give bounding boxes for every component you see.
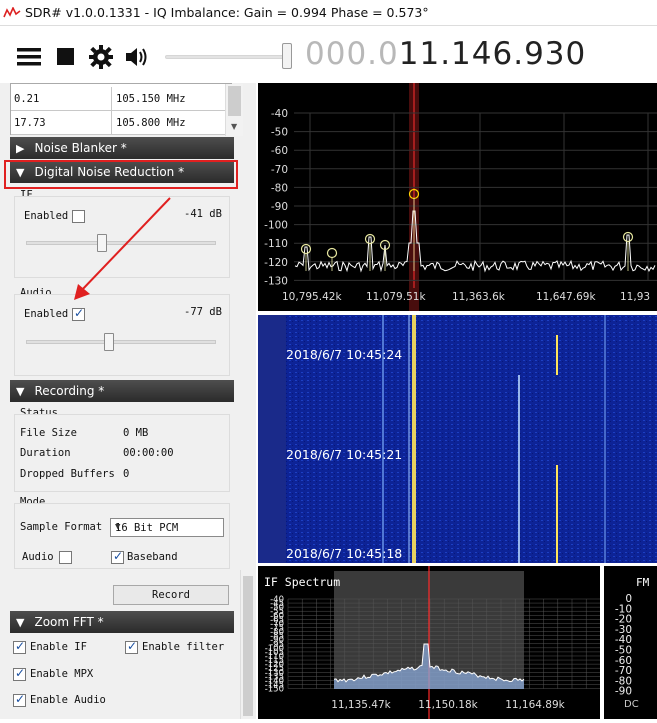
fm-y-tick: -90 bbox=[615, 686, 632, 698]
audio-threshold-slider[interactable] bbox=[26, 340, 216, 344]
spectrum-y-tick: -110 bbox=[264, 238, 288, 250]
dropped-buffers-value: 0 bbox=[123, 468, 130, 480]
spectrum-x-tick: 11,079.51k bbox=[366, 291, 426, 303]
frequency-display[interactable]: 000.011.146.930 bbox=[305, 36, 586, 72]
if-x-tick: 11,164.89k bbox=[505, 699, 565, 711]
enable-audio-checkbox[interactable] bbox=[13, 692, 26, 707]
enable-filter-label: Enable filter bbox=[142, 641, 225, 653]
enable-audio-label: Enable Audio bbox=[30, 694, 106, 706]
left-panel: 0.21 105.150 MHz 17.73 105.800 MHz ▼ ▶ No… bbox=[0, 83, 256, 719]
table-row[interactable]: 0.21 105.150 MHz bbox=[11, 87, 231, 111]
record-button[interactable]: Record bbox=[113, 585, 229, 605]
menu-icon[interactable] bbox=[15, 43, 43, 71]
peak-marker bbox=[326, 247, 338, 259]
duration-value: 00:00:00 bbox=[123, 447, 174, 459]
left-panel-scrollbar[interactable] bbox=[240, 570, 254, 719]
section-title: Recording * bbox=[34, 384, 105, 398]
chevron-down-icon: ▼ bbox=[115, 522, 121, 532]
table-cell: 0.21 bbox=[14, 93, 40, 105]
spectrum-y-tick: -120 bbox=[264, 257, 288, 269]
frequency-table[interactable]: 0.21 105.150 MHz 17.73 105.800 MHz ▼ bbox=[10, 83, 243, 136]
if-x-tick: 11,150.18k bbox=[418, 699, 478, 711]
record-audio-label: Audio bbox=[22, 551, 54, 563]
fm-x-label: DC bbox=[624, 699, 639, 710]
if-spectrum[interactable]: IF Spectrum -40 -45 -50 -55 -60 -65 -70 -75 -80-… bbox=[258, 566, 600, 719]
spectrum-y-tick: -60 bbox=[271, 145, 288, 157]
baseband-checkbox[interactable] bbox=[111, 549, 124, 564]
waterfall-timestamp: 2018/6/7 10:45:18 bbox=[286, 546, 402, 561]
table-scrollbar[interactable]: ▼ bbox=[225, 84, 243, 136]
frequency-digits: 11.146.930 bbox=[398, 36, 587, 72]
spectrum-y-tick: -90 bbox=[271, 201, 288, 213]
section-recording[interactable]: ▼ Recording * bbox=[10, 380, 234, 402]
sample-format-label: Sample Format bbox=[20, 521, 103, 533]
spectrum-analyzer[interactable]: -40 -50 -60 -70 -80 -90 -100 -110 -120 -130 10,79… bbox=[258, 83, 657, 311]
window-title: SDR# v1.0.0.1331 - IQ Imbalance: Gain = … bbox=[25, 5, 429, 20]
gear-icon[interactable] bbox=[88, 43, 116, 71]
record-audio-checkbox[interactable] bbox=[59, 551, 72, 564]
app-icon bbox=[3, 6, 21, 20]
title-bar: SDR# v1.0.0.1331 - IQ Imbalance: Gain = … bbox=[0, 0, 657, 26]
enable-mpx-checkbox[interactable] bbox=[13, 666, 26, 681]
volume-slider-thumb[interactable] bbox=[282, 43, 292, 69]
table-cell: 17.73 bbox=[14, 117, 46, 129]
baseband-label: Baseband bbox=[127, 551, 178, 563]
frequency-dim-digits: 000.0 bbox=[305, 36, 399, 72]
peak-marker bbox=[300, 243, 312, 255]
if-y-tick: -150 bbox=[265, 685, 284, 695]
duration-label: Duration bbox=[20, 447, 71, 459]
spectrum-x-tick: 11,93 bbox=[620, 291, 650, 303]
table-cell: 105.150 MHz bbox=[116, 93, 186, 105]
collapse-icon: ▼ bbox=[16, 384, 25, 398]
waterfall-timestamp: 2018/6/7 10:45:24 bbox=[286, 347, 402, 362]
file-size-label: File Size bbox=[20, 427, 77, 439]
section-noise-blanker[interactable]: ▶ Noise Blanker * bbox=[10, 137, 234, 159]
peak-marker bbox=[622, 231, 634, 243]
annotation-highlight-box bbox=[4, 160, 238, 189]
table-row[interactable]: 17.73 105.800 MHz bbox=[11, 111, 231, 135]
waterfall-display[interactable]: 2018/6/7 10:45:24 2018/6/7 10:45:21 2018… bbox=[258, 315, 657, 563]
fm-spectrum[interactable]: FM 0 -10 -20 -30 -40 -50 -60 -70 -80 -90 DC bbox=[604, 566, 657, 719]
section-title: Zoom FFT * bbox=[34, 615, 104, 629]
enable-if-label: Enable IF bbox=[30, 641, 87, 653]
audio-value: -77 dB bbox=[184, 306, 222, 318]
spectrum-y-tick: -50 bbox=[271, 127, 288, 139]
table-cell: 105.800 MHz bbox=[116, 117, 186, 129]
fm-spectrum-title: FM bbox=[636, 576, 650, 589]
collapse-icon: ▼ bbox=[16, 615, 25, 629]
if-value: -41 dB bbox=[184, 208, 222, 220]
peak-marker bbox=[364, 233, 376, 245]
annotation-arrow bbox=[74, 197, 171, 300]
if-x-tick: 11,135.47k bbox=[331, 699, 391, 711]
spectrum-y-tick: -80 bbox=[271, 182, 288, 194]
speaker-icon[interactable] bbox=[123, 43, 151, 71]
audio-threshold-thumb[interactable] bbox=[104, 333, 114, 351]
dropped-buffers-label: Dropped Buffers bbox=[20, 468, 115, 480]
stop-icon[interactable] bbox=[53, 43, 81, 71]
section-zoom-fft[interactable]: ▼ Zoom FFT * bbox=[10, 611, 234, 633]
section-title: Noise Blanker * bbox=[34, 141, 127, 155]
sample-format-select[interactable]: 16 Bit PCM ▼ bbox=[110, 518, 224, 537]
enable-if-checkbox[interactable] bbox=[13, 639, 26, 654]
spectrum-y-tick: -100 bbox=[264, 220, 288, 232]
enable-mpx-label: Enable MPX bbox=[30, 668, 94, 680]
waterfall-timestamp: 2018/6/7 10:45:21 bbox=[286, 447, 402, 462]
volume-slider[interactable] bbox=[165, 55, 291, 59]
toolbar: 000.011.146.930 bbox=[0, 27, 657, 83]
spectrum-y-tick: -130 bbox=[264, 275, 288, 287]
spectrum-x-tick: 11,647.69k bbox=[536, 291, 596, 303]
if-spectrum-title: IF Spectrum bbox=[264, 575, 340, 589]
spectrum-y-tick: -40 bbox=[271, 108, 288, 120]
spectrum-x-tick: 10,795.42k bbox=[282, 291, 342, 303]
spectrum-x-tick: 11,363.6k bbox=[452, 291, 506, 303]
enable-filter-checkbox[interactable] bbox=[125, 639, 138, 654]
file-size-value: 0 MB bbox=[123, 427, 149, 439]
expand-icon: ▶ bbox=[16, 141, 25, 155]
chevron-down-icon[interactable]: ▼ bbox=[231, 122, 237, 131]
spectrum-y-tick: -70 bbox=[271, 164, 288, 176]
